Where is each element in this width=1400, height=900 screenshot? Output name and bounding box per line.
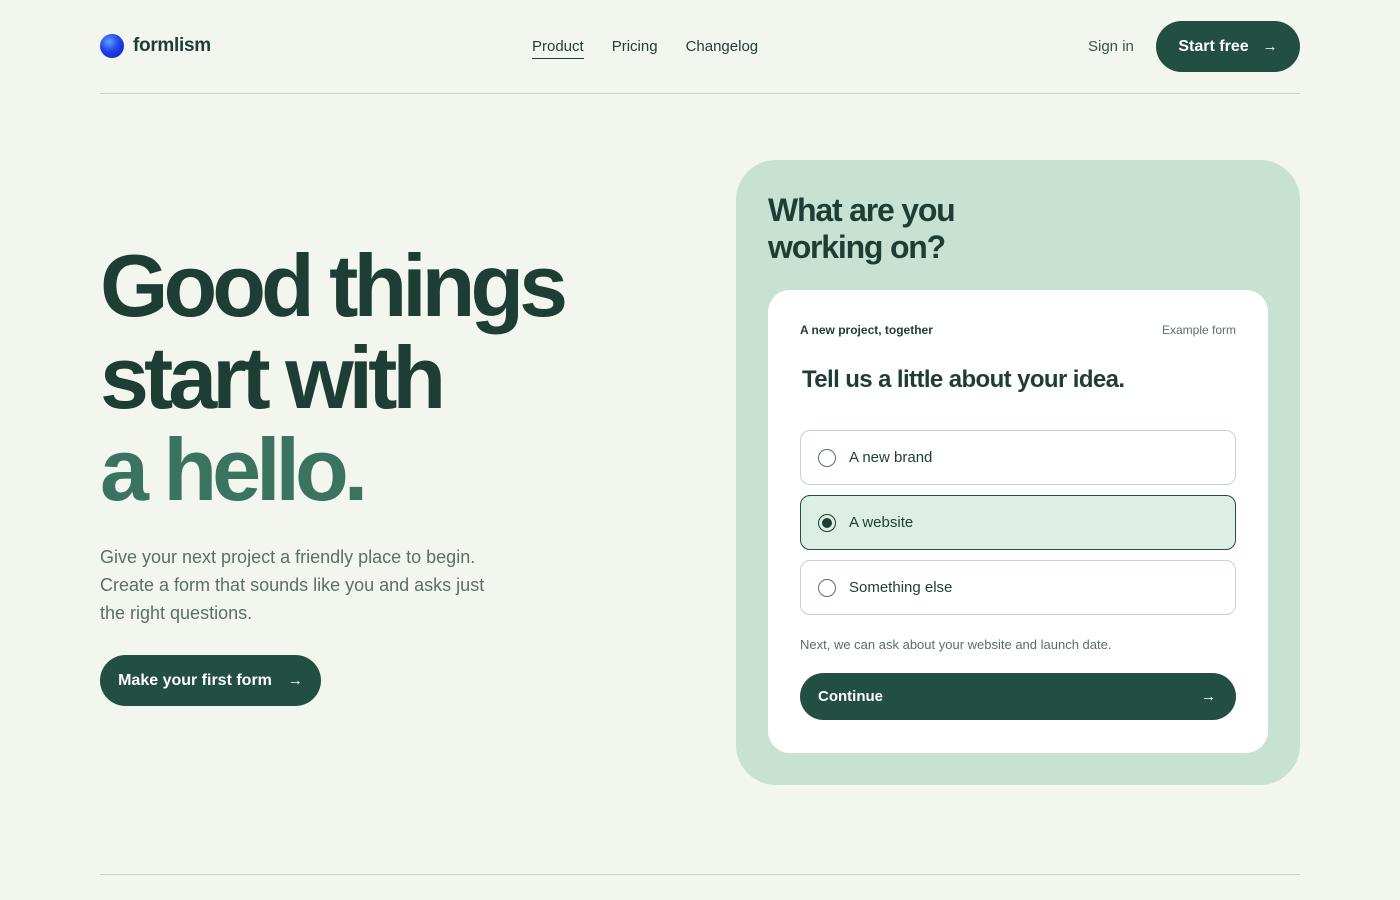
arrow-right-icon: → xyxy=(1262,38,1278,55)
hero-description: Give your next project a friendly place … xyxy=(100,547,485,623)
radio-dot xyxy=(822,517,832,528)
form-label: A new project, together xyxy=(800,323,933,337)
form-question: Tell us a little about your idea. xyxy=(802,366,1125,393)
nav-link-product[interactable]: Product xyxy=(532,38,584,59)
radio-checked-icon[interactable] xyxy=(818,513,836,532)
option-label: A website xyxy=(849,514,914,531)
start-free-label: Start free xyxy=(1178,37,1249,55)
arrow-right-icon: → xyxy=(287,672,303,689)
option-something-else[interactable]: Something else xyxy=(800,560,1236,615)
footer-divider xyxy=(100,874,1300,875)
form-example-tag: Example form xyxy=(1161,323,1236,337)
continue-button[interactable]: Continue → xyxy=(800,673,1236,720)
hero-title-line-2: start with xyxy=(100,328,446,427)
option-label: Something else xyxy=(849,579,953,596)
start-free-button[interactable]: Start free → xyxy=(1156,21,1300,72)
brand-logo[interactable]: formlism xyxy=(100,34,211,58)
sign-in-link[interactable]: Sign in xyxy=(1088,38,1134,55)
nav-link-changelog[interactable]: Changelog xyxy=(686,38,759,59)
card-title: What are you working on? xyxy=(768,192,956,265)
gradient-orb-icon xyxy=(100,34,124,58)
example-form: A new project, together Example form Tel… xyxy=(768,290,1268,753)
brand-name: formlism xyxy=(133,35,211,56)
hero-title-line-1: Good things xyxy=(100,236,568,335)
example-form-card: What are you working on? A new project, … xyxy=(736,160,1300,785)
radio-unchecked-icon[interactable] xyxy=(818,578,836,597)
form-hint: Next, we can ask about your website and … xyxy=(800,637,1112,652)
option-label: A new brand xyxy=(849,449,933,466)
nav-link-pricing[interactable]: Pricing xyxy=(612,38,658,59)
option-new-brand[interactable]: A new brand xyxy=(800,430,1236,485)
hero-title-line-3: a hello. xyxy=(100,420,368,519)
continue-label: Continue xyxy=(818,688,883,705)
option-website[interactable]: A website xyxy=(800,495,1236,550)
make-first-form-label: Make your first form xyxy=(118,671,272,689)
hero-title: Good things start with a hello. xyxy=(100,236,568,519)
arrow-right-icon: → xyxy=(1201,688,1216,705)
make-first-form-button[interactable]: Make your first form → xyxy=(100,655,321,706)
main-nav: Product Pricing Changelog xyxy=(532,38,758,59)
radio-unchecked-icon[interactable] xyxy=(818,448,836,467)
site-header: formlism Product Pricing Changelog Sign … xyxy=(100,0,1300,94)
